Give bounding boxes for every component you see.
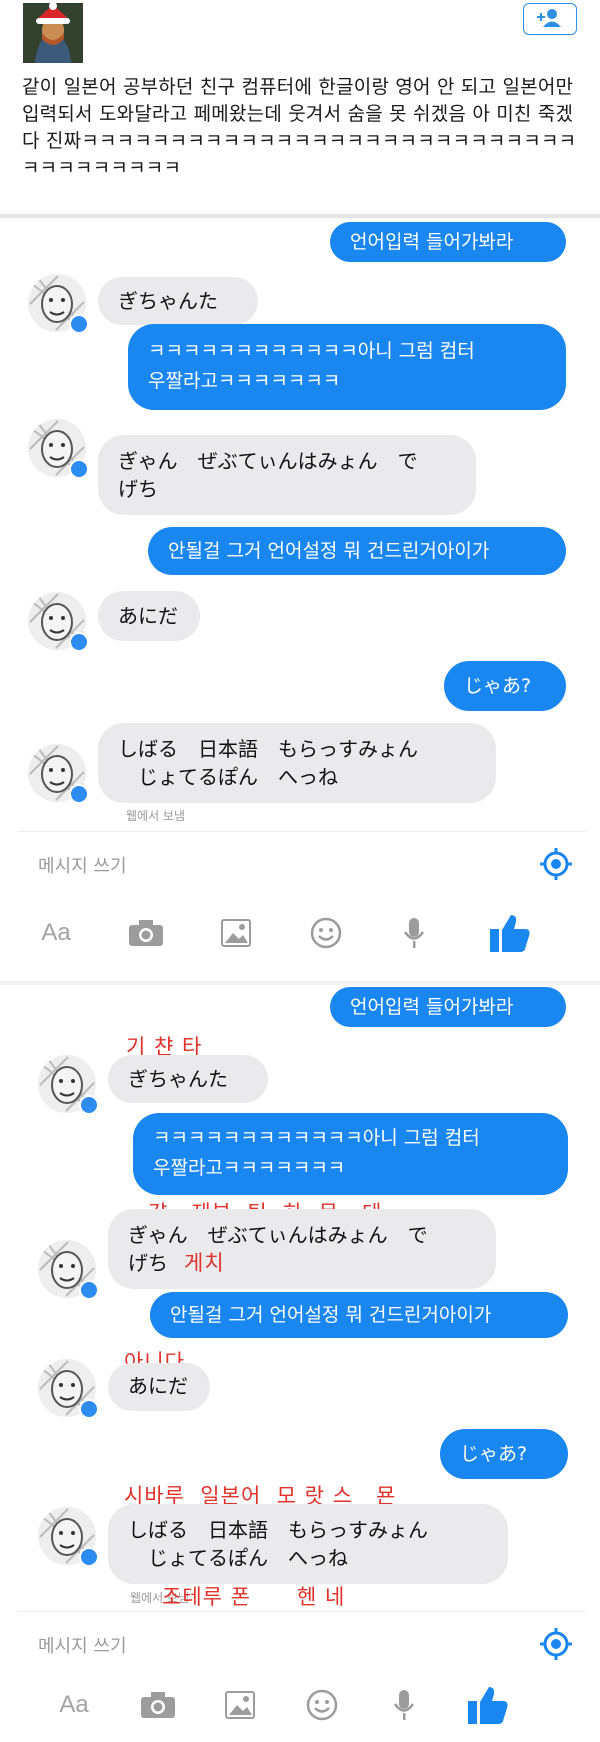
- contact-avatar[interactable]: [28, 419, 89, 479]
- incoming-message[interactable]: しばる 日本語 もらっすみょん じょてるぽん へっね: [108, 1504, 508, 1584]
- contact-avatar[interactable]: [38, 1507, 99, 1567]
- messenger-badge-icon: [79, 1547, 99, 1567]
- incoming-message[interactable]: ぎちゃんた: [98, 277, 258, 325]
- composer-toolbar: Aa: [18, 897, 586, 967]
- message-text: ㅋㅋㅋㅋㅋㅋㅋㅋㅋㅋㅋㅋ아니 그럼 컴터: [148, 340, 475, 362]
- message-text: じょてるぽん へっね: [138, 765, 338, 789]
- outgoing-message[interactable]: ㅋㅋㅋㅋㅋㅋㅋㅋㅋㅋㅋㅋ아니 그럼 컴터 우짤라고ㅋㅋㅋㅋㅋㅋㅋ: [128, 324, 566, 410]
- outgoing-message[interactable]: ㅋㅋㅋㅋㅋㅋㅋㅋㅋㅋㅋㅋ아니 그럼 컴터 우짤라고ㅋㅋㅋㅋㅋㅋㅋ: [133, 1113, 568, 1195]
- post-text: 같이 일본어 공부하던 친구 컴퓨터에 한글이랑 영어 안 되고 일본어만 입력…: [22, 76, 577, 179]
- microphone-icon[interactable]: [382, 1683, 426, 1727]
- contact-avatar[interactable]: [28, 744, 89, 804]
- profile-picture[interactable]: [23, 3, 83, 63]
- incoming-message[interactable]: あにだ: [98, 591, 200, 641]
- message-text: あにだ: [118, 604, 178, 628]
- like-thumb-icon[interactable]: [466, 1683, 510, 1727]
- location-target-icon[interactable]: [538, 846, 574, 882]
- message-text: ㅋㅋㅋㅋㅋㅋㅋㅋㅋㅋㅋㅋ아니 그럼 컴터: [153, 1127, 480, 1149]
- camera-icon[interactable]: [124, 911, 168, 955]
- messenger-badge-icon: [69, 632, 89, 652]
- message-composer[interactable]: 메시지 쓰기: [18, 831, 586, 895]
- outgoing-message[interactable]: 안될걸 그거 언어설정 뭐 건드린거아이가: [148, 527, 566, 575]
- outgoing-message[interactable]: 언어입력 들어가봐라: [330, 987, 566, 1027]
- follow-button[interactable]: [523, 3, 577, 35]
- chat-screenshot-original: 언어입력 들어가봐라 ぎちゃんた ㅋㅋㅋㅋㅋㅋㅋㅋㅋㅋㅋㅋ아니 그럼 컴터 우짤…: [18, 219, 586, 981]
- message-text: 우짤라고ㅋㅋㅋㅋㅋㅋㅋ: [148, 370, 341, 392]
- message-text: ぎゃん ぜぶてぃんはみょん で: [118, 449, 418, 473]
- message-text: しばる 日本語 もらっすみょん: [118, 737, 418, 761]
- add-person-icon: [537, 9, 561, 27]
- message-text: じゃあ?: [464, 675, 532, 697]
- composer-toolbar: Aa: [18, 1669, 586, 1739]
- message-input[interactable]: 메시지 쓰기: [38, 852, 127, 878]
- message-text: じょてるぽん へっね: [148, 1546, 348, 1570]
- message-input[interactable]: 메시지 쓰기: [38, 1632, 127, 1658]
- chat-screenshot-annotated: 언어입력 들어가봐라 기 챤 타 ぎちゃんた ㅋㅋㅋㅋㅋㅋㅋㅋㅋㅋㅋㅋ아니 그럼…: [18, 985, 586, 1742]
- outgoing-message[interactable]: 언어입력 들어가봐라: [330, 222, 566, 262]
- contact-avatar[interactable]: [28, 592, 89, 652]
- translation-annotation: 조테루 폰 헨 네: [162, 1585, 346, 1609]
- outgoing-message[interactable]: じゃあ?: [444, 661, 566, 711]
- translation-annotation: 게치: [184, 1251, 225, 1275]
- incoming-message[interactable]: あにだ: [108, 1363, 210, 1411]
- message-text: ぎちゃんた: [128, 1067, 228, 1091]
- divider: [0, 214, 600, 218]
- message-text: しばる 日本語 もらっすみょん: [128, 1518, 428, 1542]
- emoji-icon[interactable]: [300, 1683, 344, 1727]
- messenger-badge-icon: [69, 784, 89, 804]
- messenger-badge-icon: [69, 314, 89, 334]
- contact-avatar[interactable]: [38, 1359, 99, 1419]
- message-text: 언어입력 들어가봐라: [350, 231, 514, 253]
- microphone-icon[interactable]: [392, 911, 436, 955]
- messenger-badge-icon: [79, 1399, 99, 1419]
- message-text: げち: [128, 1251, 168, 1275]
- outgoing-message[interactable]: じゃあ?: [440, 1429, 568, 1479]
- messenger-badge-icon: [79, 1280, 99, 1300]
- message-text: 안될걸 그거 언어설정 뭐 건드린거아이가: [168, 540, 490, 562]
- message-text: ぎちゃんた: [118, 289, 218, 313]
- outgoing-message[interactable]: 안될걸 그거 언어설정 뭐 건드린거아이가: [150, 1292, 568, 1338]
- emoji-icon[interactable]: [304, 911, 348, 955]
- like-thumb-icon[interactable]: [488, 911, 532, 955]
- message-text: あにだ: [128, 1374, 188, 1398]
- incoming-message[interactable]: ぎちゃんた: [108, 1055, 268, 1103]
- message-composer[interactable]: 메시지 쓰기: [18, 1611, 586, 1675]
- message-text: げち: [118, 477, 158, 501]
- messenger-badge-icon: [79, 1095, 99, 1115]
- location-target-icon[interactable]: [538, 1626, 574, 1662]
- incoming-message[interactable]: ぎゃん ぜぶてぃんはみょん で げち: [98, 435, 476, 515]
- text-format-button[interactable]: Aa: [52, 1683, 96, 1727]
- gallery-icon[interactable]: [218, 1683, 262, 1727]
- contact-avatar[interactable]: [38, 1240, 99, 1300]
- contact-avatar[interactable]: [28, 274, 89, 334]
- message-text: ぎゃん ぜぶてぃんはみょん で: [128, 1223, 428, 1247]
- messenger-badge-icon: [69, 459, 89, 479]
- gallery-icon[interactable]: [214, 911, 258, 955]
- sent-via-label: 웹에서 보냄: [126, 809, 186, 823]
- camera-icon[interactable]: [136, 1683, 180, 1727]
- incoming-message[interactable]: しばる 日本語 もらっすみょん じょてるぽん へっね: [98, 723, 496, 803]
- incoming-message[interactable]: ぎゃん ぜぶてぃんはみょん で げち: [108, 1209, 496, 1289]
- message-text: 언어입력 들어가봐라: [350, 996, 514, 1018]
- message-text: 안될걸 그거 언어설정 뭐 건드린거아이가: [170, 1304, 492, 1326]
- message-text: じゃあ?: [460, 1443, 528, 1465]
- message-text: 우짤라고ㅋㅋㅋㅋㅋㅋㅋ: [153, 1157, 346, 1179]
- contact-avatar[interactable]: [38, 1055, 99, 1115]
- post-header: 같이 일본어 공부하던 친구 컴퓨터에 한글이랑 영어 안 되고 일본어만 입력…: [0, 0, 600, 214]
- text-format-button[interactable]: Aa: [34, 911, 78, 955]
